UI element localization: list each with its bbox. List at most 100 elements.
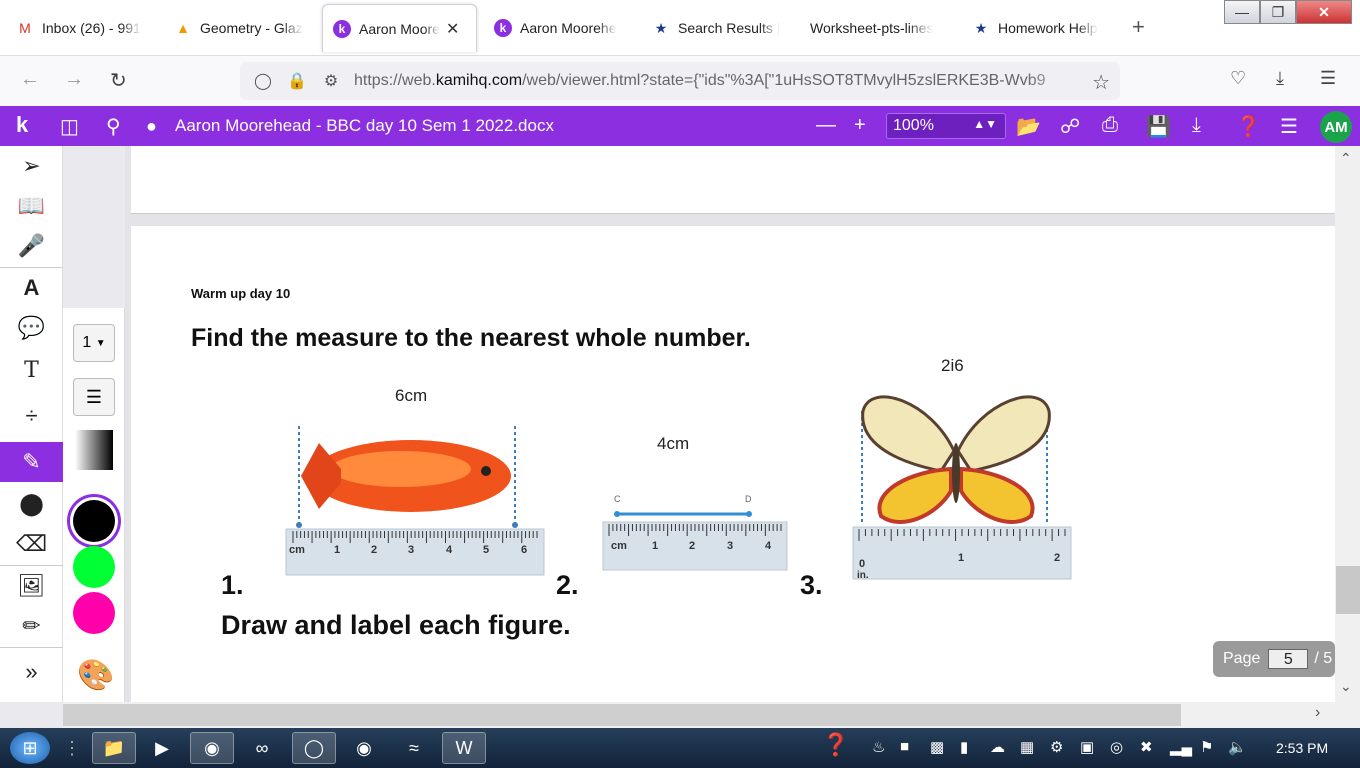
select-tool-icon[interactable]: ➢: [0, 146, 63, 186]
print-icon[interactable]: ⎙: [1102, 114, 1118, 137]
text-markup-icon[interactable]: A: [0, 268, 63, 308]
sidebar-toggle-icon[interactable]: ◫: [60, 114, 79, 139]
gmail-icon: M: [19, 20, 31, 36]
media-player-icon[interactable]: ▶: [140, 732, 184, 764]
image-icon[interactable]: 🖼: [0, 566, 63, 606]
opacity-slider[interactable]: [75, 430, 113, 470]
permissions-icon[interactable]: ⚙: [320, 71, 342, 91]
download-icon[interactable]: ⤓: [1192, 114, 1201, 137]
shield-icon[interactable]: ◯: [252, 71, 274, 91]
avatar[interactable]: AM: [1320, 111, 1352, 143]
fish-ruler-tick: 5: [483, 544, 490, 556]
zoom-select[interactable]: 100% ▲▼: [886, 113, 1006, 139]
tray-error-icon[interactable]: ✖: [1140, 738, 1153, 756]
color-green-swatch[interactable]: [73, 546, 115, 588]
browser-tab[interactable]: ★ Search Results |: [642, 4, 792, 52]
file-explorer-icon[interactable]: 📁: [92, 732, 136, 764]
equation-icon[interactable]: ÷: [0, 396, 63, 436]
tray-network-icon[interactable]: ◎: [1110, 738, 1123, 756]
firefox-alt-icon[interactable]: ◉: [342, 732, 386, 764]
browser-tab[interactable]: ★ Homework Help: [962, 4, 1112, 52]
signal-icon[interactable]: ▂▄: [1170, 738, 1192, 756]
dictionary-icon[interactable]: 📖: [0, 186, 63, 226]
vertical-scroll-thumb[interactable]: [1336, 566, 1360, 614]
color-magenta-swatch[interactable]: [73, 592, 115, 634]
annotation-2i6[interactable]: 2i6: [941, 356, 964, 376]
page-total: / 5: [1314, 650, 1333, 667]
browser-tab[interactable]: k Aaron Moorehe: [484, 4, 634, 52]
taskbar-clock[interactable]: 2:53 PM: [1276, 740, 1328, 756]
browser-tab[interactable]: M Inbox (26) - 991: [6, 4, 156, 52]
eraser-icon[interactable]: ⌫: [0, 524, 63, 564]
visual-studio-icon[interactable]: ∞: [240, 732, 284, 764]
tray-chart-icon[interactable]: ▩: [930, 738, 944, 756]
shapes-icon[interactable]: ⬤: [0, 484, 63, 524]
help-icon[interactable]: ❓: [1236, 114, 1261, 139]
annotation-6cm[interactable]: 6cm: [395, 386, 427, 406]
minimize-button[interactable]: —: [1224, 0, 1260, 24]
restore-button[interactable]: ❐: [1260, 0, 1296, 24]
menu-icon[interactable]: ☰: [1280, 114, 1298, 139]
tray-red-app-icon[interactable]: ▮: [960, 738, 968, 756]
page-heading: Find the measure to the nearest whole nu…: [191, 324, 751, 352]
browser-tab[interactable]: ▲ Geometry - Glaz: [164, 4, 314, 52]
new-tab-button[interactable]: +: [1132, 14, 1145, 40]
scroll-down-icon[interactable]: ⌄: [1340, 678, 1352, 695]
page-number-input[interactable]: 5: [1268, 649, 1309, 669]
edge-icon[interactable]: ≈: [392, 732, 436, 764]
browser-tab-label: Search Results |: [678, 20, 781, 36]
address-bar[interactable]: ◯ 🔒 ⚙ https://web.kamihq.com/web/viewer.…: [240, 62, 1120, 100]
scroll-right-icon[interactable]: ›: [1315, 704, 1320, 722]
drawing-tool-icon[interactable]: ✎: [0, 442, 63, 482]
firefox-icon[interactable]: ◉: [190, 732, 234, 764]
annotation-4cm[interactable]: 4cm: [657, 434, 689, 454]
options-menu-button[interactable]: ☰: [73, 378, 115, 416]
start-button-icon[interactable]: ⊞: [10, 732, 50, 764]
share-icon[interactable]: ☍: [1060, 114, 1080, 139]
browser-tab[interactable]: k Aaron Moore ✕: [322, 4, 477, 52]
voice-comment-icon[interactable]: 🎤: [0, 226, 63, 266]
word-icon[interactable]: W: [442, 732, 486, 764]
url-text[interactable]: https://web.kamihq.com/web/viewer.html?s…: [354, 72, 1084, 90]
tray-tools-icon[interactable]: ⚙: [1050, 738, 1063, 756]
back-button[interactable]: ←: [20, 68, 40, 91]
text-tool-icon[interactable]: T: [0, 350, 63, 390]
menu-icon[interactable]: ☰: [1320, 68, 1336, 89]
close-tab-icon[interactable]: ✕: [446, 19, 459, 39]
java-icon[interactable]: ♨: [872, 738, 885, 756]
reload-button[interactable]: ↻: [110, 68, 127, 93]
forward-button[interactable]: →: [64, 68, 84, 91]
zoom-in-button[interactable]: +: [854, 114, 866, 137]
document-viewer[interactable]: Warm up day 10 Find the measure to the n…: [125, 146, 1335, 702]
pocket-icon[interactable]: ♡: [1230, 68, 1246, 89]
more-tools-icon[interactable]: »: [0, 652, 63, 692]
close-window-button[interactable]: ✕: [1296, 0, 1352, 24]
tray-usb-icon[interactable]: ▣: [1080, 738, 1094, 756]
line-width-select[interactable]: 1 ▼: [73, 324, 115, 362]
signature-pen-icon[interactable]: ✏: [0, 606, 63, 646]
tray-app-icon[interactable]: ■: [900, 738, 909, 755]
comment-icon[interactable]: 💬: [0, 308, 63, 348]
cloud-icon[interactable]: ☁: [990, 738, 1005, 756]
kami-logo-icon[interactable]: k: [16, 112, 28, 138]
save-icon[interactable]: 💾: [1146, 114, 1171, 139]
volume-icon[interactable]: 🔈: [1228, 738, 1247, 756]
horizontal-scroll-thumb[interactable]: [63, 704, 1181, 726]
task-view-icon[interactable]: ⋮: [60, 732, 84, 764]
downloads-icon[interactable]: ⤓: [1276, 68, 1284, 89]
search-icon[interactable]: ⚲: [106, 114, 121, 139]
bookmark-star-icon[interactable]: ☆: [1092, 70, 1110, 95]
help-icon[interactable]: ❓: [822, 732, 849, 758]
flag-icon[interactable]: ⚑: [1200, 738, 1213, 756]
warmup-label: Warm up day 10: [191, 286, 291, 301]
lock-icon[interactable]: 🔒: [286, 71, 308, 91]
scroll-up-icon[interactable]: ⌃: [1340, 150, 1352, 167]
open-folder-icon[interactable]: 📂: [1016, 114, 1041, 139]
chrome-icon[interactable]: ◯: [292, 732, 336, 764]
browser-tab[interactable]: Worksheet-pts-lines: [800, 4, 950, 52]
tray-blue-app-icon[interactable]: ▦: [1020, 738, 1034, 756]
vertical-scrollbar[interactable]: ⌃ ⌄: [1335, 146, 1360, 702]
palette-icon[interactable]: 🎨: [77, 658, 114, 693]
color-black-swatch[interactable]: [73, 500, 115, 542]
zoom-out-button[interactable]: —: [816, 114, 836, 137]
